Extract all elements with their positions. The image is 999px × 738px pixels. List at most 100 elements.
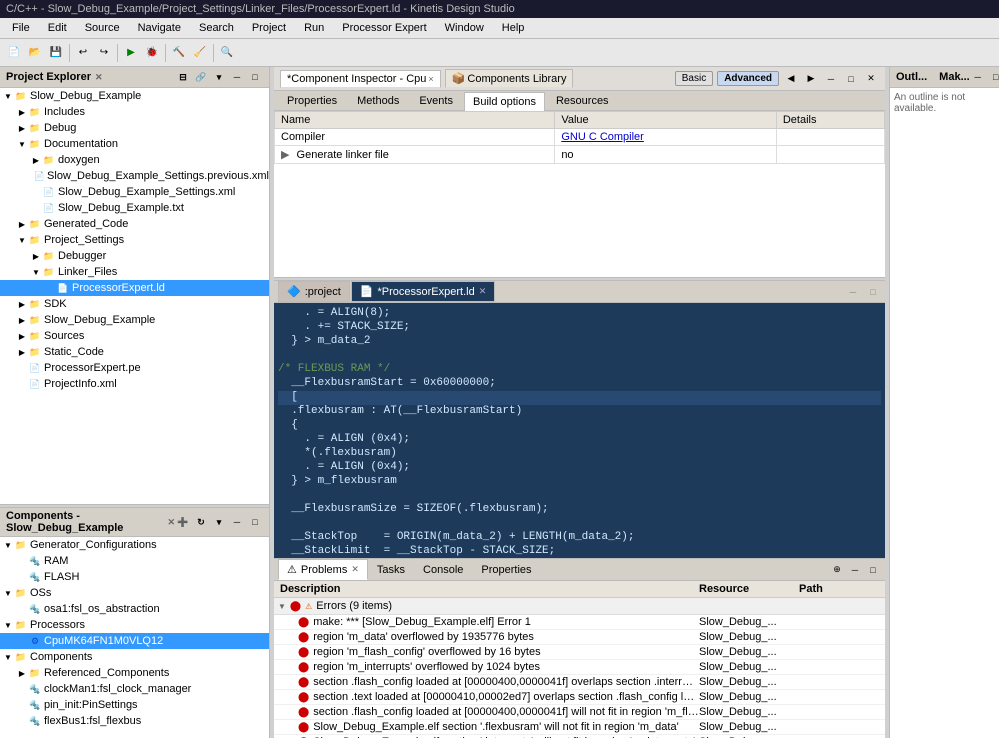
components-close-icon[interactable]: ✕ <box>167 517 175 528</box>
tab-resources[interactable]: Resources <box>547 91 618 110</box>
inspector-tab[interactable]: *Component Inspector - Cpu × <box>280 70 441 88</box>
project-explorer-close-icon[interactable]: ✕ <box>95 72 103 83</box>
inspector-nav-next[interactable]: ▶ <box>803 71 819 87</box>
comp-tree-item-flash[interactable]: 🔩FLASH <box>0 569 269 585</box>
tb-debug[interactable]: 🐞 <box>142 43 162 63</box>
comp-tree-item-processors[interactable]: ▼📁Processors <box>0 617 269 633</box>
tree-item-slow_debug[interactable]: ▼📁Slow_Debug_Example <box>0 88 269 104</box>
error-row-6[interactable]: ⬤section .flash_config loaded at [000004… <box>274 705 885 720</box>
tab-events[interactable]: Events <box>410 91 462 110</box>
basic-button[interactable]: Basic <box>675 71 713 86</box>
comp-tree-item-osa1[interactable]: 🔩osa1:fsl_os_abstraction <box>0 601 269 617</box>
menu-navigate[interactable]: Navigate <box>130 20 189 36</box>
problems-max-btn[interactable]: □ <box>865 562 881 578</box>
tree-item-debug[interactable]: ▶📁Debug <box>0 120 269 136</box>
comp-tree-item-components[interactable]: ▼📁Components <box>0 649 269 665</box>
tb-build[interactable]: 🔨 <box>169 43 189 63</box>
comp-min-btn[interactable]: ─ <box>229 514 245 530</box>
editor-max-btn[interactable]: □ <box>865 284 881 300</box>
menu-edit[interactable]: Edit <box>40 20 75 36</box>
comp-tree-item-cpu[interactable]: ⚙CpuMK64FN1M0VLQ12 <box>0 633 269 649</box>
tb-open[interactable]: 📂 <box>25 43 45 63</box>
tab-console[interactable]: Console <box>414 560 472 580</box>
tab-problems[interactable]: ⚠ Problems ✕ <box>278 559 368 580</box>
tab-properties[interactable]: Properties <box>278 91 346 110</box>
error-row-4[interactable]: ⬤section .flash_config loaded at [000004… <box>274 675 885 690</box>
pe-max-btn[interactable]: □ <box>247 69 263 85</box>
tb-save[interactable]: 💾 <box>46 43 66 63</box>
tree-item-documentation[interactable]: ▼📁Documentation <box>0 136 269 152</box>
menu-source[interactable]: Source <box>77 20 128 36</box>
inspector-max-btn[interactable]: □ <box>843 71 859 87</box>
tree-item-processor_expert_pe[interactable]: 📄ProcessorExpert.pe <box>0 360 269 376</box>
tree-item-sds_prev[interactable]: 📄Slow_Debug_Example_Settings.previous.xm… <box>0 168 269 184</box>
tab-methods[interactable]: Methods <box>348 91 408 110</box>
errors-group[interactable]: ▼ ⬤ ⚠ Errors (9 items) <box>274 598 885 615</box>
tree-item-sources[interactable]: ▶📁Sources <box>0 328 269 344</box>
tab-properties[interactable]: Properties <box>472 560 540 580</box>
pe-collapse-btn[interactable]: ⊟ <box>175 69 191 85</box>
pe-link-btn[interactable]: 🔗 <box>193 69 209 85</box>
tree-item-processor_expert_ld[interactable]: 📄ProcessorExpert.ld <box>0 280 269 296</box>
inspector-close-btn[interactable]: ✕ <box>863 71 879 87</box>
comp-tree-item-flexbus[interactable]: 🔩flexBus1:fsl_flexbus <box>0 713 269 729</box>
pe-min-btn[interactable]: ─ <box>229 69 245 85</box>
tree-item-static_code[interactable]: ▶📁Static_Code <box>0 344 269 360</box>
comp-tree-item-ref_comp[interactable]: ▶📁Referenced_Components <box>0 665 269 681</box>
comp-tree-item-ram[interactable]: 🔩RAM <box>0 553 269 569</box>
error-row-0[interactable]: ⬤make: *** [Slow_Debug_Example.elf] Erro… <box>274 615 885 630</box>
comp-menu-btn[interactable]: ▾ <box>211 514 227 530</box>
tb-clean[interactable]: 🧹 <box>190 43 210 63</box>
outline-min-btn[interactable]: ─ <box>970 69 986 85</box>
tb-new[interactable]: 📄 <box>4 43 24 63</box>
tree-item-slow_debug_2[interactable]: ▶📁Slow_Debug_Example <box>0 312 269 328</box>
problems-min-btn[interactable]: ─ <box>847 562 863 578</box>
error-row-7[interactable]: ⬤Slow_Debug_Example.elf section '.flexbu… <box>274 720 885 735</box>
menu-project[interactable]: Project <box>244 20 294 36</box>
outline-max-btn[interactable]: □ <box>988 69 999 85</box>
linker-expand-arrow[interactable]: ▶ <box>281 149 289 161</box>
pe-menu-btn[interactable]: ▾ <box>211 69 227 85</box>
editor-content[interactable]: . = ALIGN(8); . += STACK_SIZE; } > m_dat… <box>274 303 885 558</box>
advanced-button[interactable]: Advanced <box>717 71 779 86</box>
tree-item-sds_txt[interactable]: 📄Slow_Debug_Example.txt <box>0 200 269 216</box>
tree-item-sdk[interactable]: ▶📁SDK <box>0 296 269 312</box>
tb-run[interactable]: ▶ <box>121 43 141 63</box>
comp-tree-item-oss[interactable]: ▼📁OSs <box>0 585 269 601</box>
comp-tree-item-gen_configs[interactable]: ▼📁Generator_Configurations <box>0 537 269 553</box>
editor-tab-project[interactable]: 🔷 :project <box>278 281 350 302</box>
problems-close[interactable]: ✕ <box>351 564 359 575</box>
comp-tree-item-pin_init[interactable]: 🔩pin_init:PinSettings <box>0 697 269 713</box>
inspector-min-btn[interactable]: ─ <box>823 71 839 87</box>
editor-tab-pe-close[interactable]: ✕ <box>479 286 487 297</box>
tree-item-includes[interactable]: ▶📁Includes <box>0 104 269 120</box>
menu-window[interactable]: Window <box>437 20 492 36</box>
tab-tasks[interactable]: Tasks <box>368 560 414 580</box>
comp-max-btn[interactable]: □ <box>247 514 263 530</box>
comp-refresh-btn[interactable]: ↻ <box>193 514 209 530</box>
comp-add-btn[interactable]: ➕ <box>175 514 191 530</box>
tb-search[interactable]: 🔍 <box>217 43 237 63</box>
components-library-tab[interactable]: 📦 Components Library <box>445 69 574 88</box>
editor-min-btn[interactable]: ─ <box>845 284 861 300</box>
tree-item-doxygen[interactable]: ▶📁doxygen <box>0 152 269 168</box>
tab-build-options[interactable]: Build options <box>464 92 545 111</box>
tree-item-linker_files[interactable]: ▼📁Linker_Files <box>0 264 269 280</box>
prop-row-compiler[interactable]: Compiler GNU C Compiler <box>275 129 885 146</box>
menu-help[interactable]: Help <box>494 20 533 36</box>
menu-search[interactable]: Search <box>191 20 242 36</box>
tree-item-sds_xml[interactable]: 📄Slow_Debug_Example_Settings.xml <box>0 184 269 200</box>
error-row-2[interactable]: ⬤region 'm_flash_config' overflowed by 1… <box>274 645 885 660</box>
tree-item-debugger[interactable]: ▶📁Debugger <box>0 248 269 264</box>
inspector-tab-close[interactable]: × <box>428 74 433 84</box>
error-row-5[interactable]: ⬤section .text loaded at [00000410,00002… <box>274 690 885 705</box>
menu-file[interactable]: File <box>4 20 38 36</box>
inspector-nav-prev[interactable]: ◀ <box>783 71 799 87</box>
tb-redo[interactable]: ↪ <box>94 43 114 63</box>
editor-tab-processorexpert[interactable]: 📄 *ProcessorExpert.ld ✕ <box>351 281 495 302</box>
comp-tree-item-clock_man[interactable]: 🔩clockMan1:fsl_clock_manager <box>0 681 269 697</box>
tree-item-project_settings[interactable]: ▼📁Project_Settings <box>0 232 269 248</box>
menu-processor-expert[interactable]: Processor Expert <box>334 20 434 36</box>
tree-item-generated_code[interactable]: ▶📁Generated_Code <box>0 216 269 232</box>
prop-row-linker[interactable]: ▶ Generate linker file no <box>275 146 885 164</box>
